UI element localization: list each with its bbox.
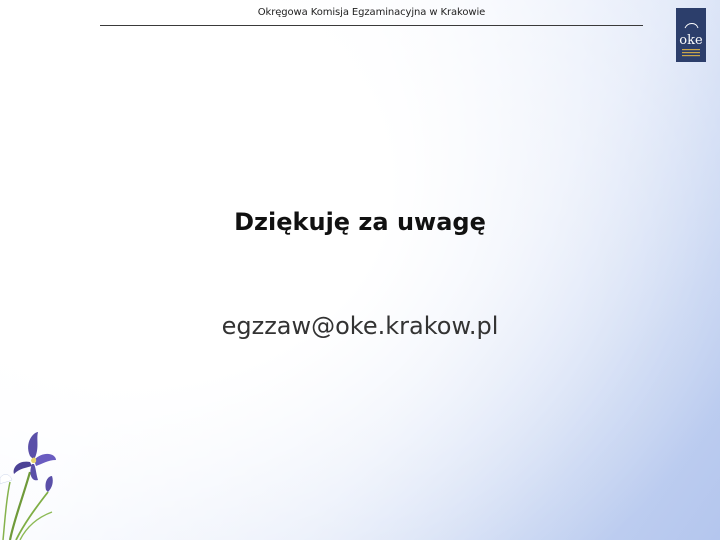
iris-flower-icon xyxy=(0,432,56,540)
thank-you-heading: Dziękuję za uwagę xyxy=(234,208,486,236)
header-divider xyxy=(100,25,643,26)
oke-logo-icon: oke xyxy=(676,8,706,62)
header-title: Okręgowa Komisja Egzaminacyjna w Krakowi… xyxy=(257,7,486,18)
slide: Okręgowa Komisja Egzaminacyjna w Krakowi… xyxy=(0,0,720,540)
logo-text: oke xyxy=(679,33,703,48)
contact-email: egzzaw@oke.krakow.pl xyxy=(221,312,499,340)
